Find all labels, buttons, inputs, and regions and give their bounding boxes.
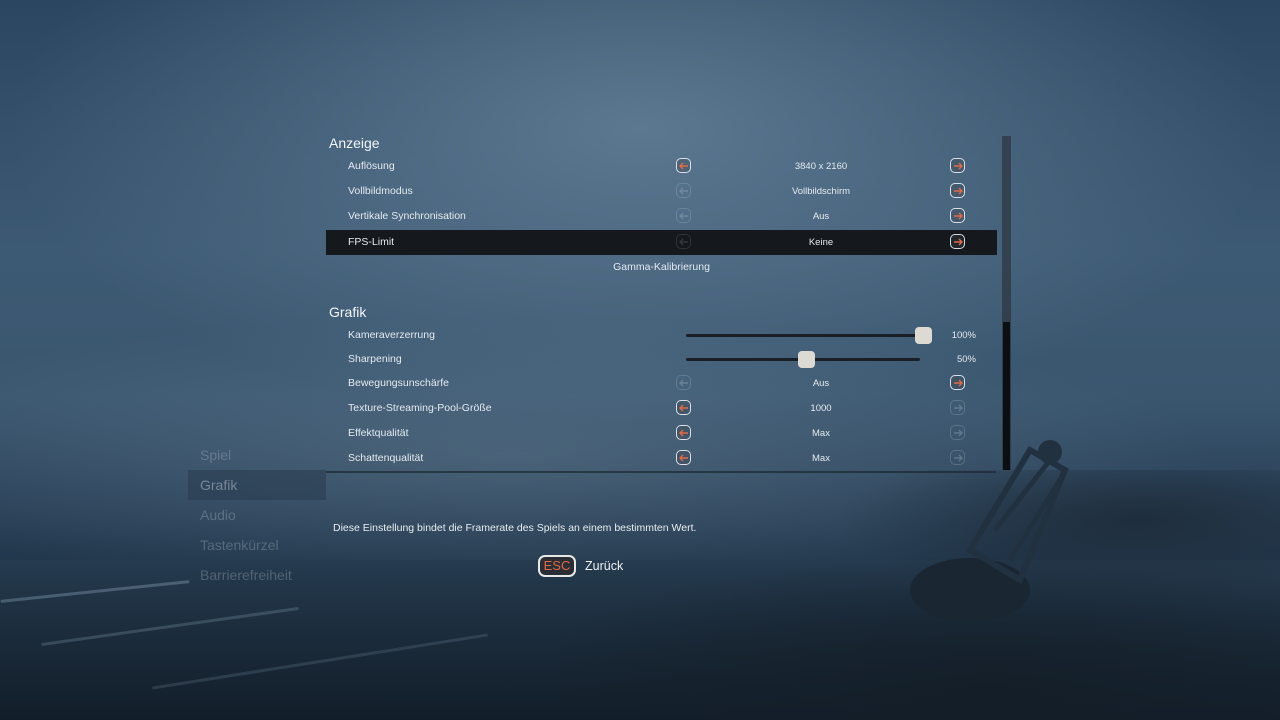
setting-label: Schattenqualität bbox=[348, 452, 424, 464]
slider-value: 100% bbox=[951, 330, 976, 341]
setting-value: 3840 x 2160 bbox=[794, 161, 848, 172]
next-option-button[interactable] bbox=[950, 183, 965, 198]
slider-value: 50% bbox=[956, 354, 976, 365]
setting-row-sharpening[interactable]: Sharpening 50% bbox=[326, 347, 997, 372]
slider-track[interactable] bbox=[686, 334, 920, 337]
nav-item-audio[interactable]: Audio bbox=[188, 500, 326, 530]
setting-label: Vollbildmodus bbox=[348, 185, 413, 197]
slider-handle[interactable] bbox=[798, 351, 815, 368]
setting-value: 1000 bbox=[810, 403, 832, 414]
gamma-calibration-button[interactable]: Gamma-Kalibrierung bbox=[326, 261, 997, 273]
setting-label: Bewegungsunschärfe bbox=[348, 377, 449, 389]
previous-option-button bbox=[676, 234, 691, 249]
nav-item-barrierefreiheit[interactable]: Barrierefreiheit bbox=[188, 560, 326, 590]
panel-divider bbox=[326, 471, 996, 473]
setting-label: Kameraverzerrung bbox=[348, 329, 435, 341]
setting-value: Aus bbox=[812, 211, 830, 222]
arrow-left-icon bbox=[678, 238, 688, 245]
settings-panel: Anzeige Auflösung 3840 x 2160 Vollbildmo… bbox=[326, 128, 1000, 476]
setting-label: Texture-Streaming-Pool-Größe bbox=[348, 402, 492, 414]
arrow-left-icon bbox=[678, 429, 688, 436]
arrow-left-icon bbox=[678, 454, 688, 461]
setting-label: FPS-Limit bbox=[348, 236, 395, 248]
nav-item-grafik[interactable]: Grafik bbox=[188, 470, 326, 500]
previous-option-button[interactable] bbox=[676, 400, 691, 415]
next-option-button[interactable] bbox=[950, 375, 965, 390]
arrow-right-icon bbox=[953, 379, 963, 386]
arrow-left-icon bbox=[678, 212, 688, 219]
setting-row-vsync[interactable]: Vertikale Synchronisation Aus bbox=[326, 204, 997, 229]
arrow-right-icon bbox=[953, 429, 963, 436]
previous-option-button[interactable] bbox=[676, 450, 691, 465]
setting-row-resolution[interactable]: Auflösung 3840 x 2160 bbox=[326, 154, 997, 179]
section-title-grafik: Grafik bbox=[329, 304, 367, 320]
next-option-button bbox=[950, 400, 965, 415]
setting-row-effect-quality[interactable]: Effektqualität Max bbox=[326, 421, 997, 446]
previous-option-button[interactable] bbox=[676, 158, 691, 173]
section-title-anzeige: Anzeige bbox=[329, 135, 380, 151]
setting-row-motion-blur[interactable]: Bewegungsunschärfe Aus bbox=[326, 371, 997, 396]
arrow-left-icon bbox=[678, 187, 688, 194]
setting-label: Auflösung bbox=[348, 160, 395, 172]
setting-row-shadow-quality[interactable]: Schattenqualität Max bbox=[326, 446, 997, 471]
next-option-button bbox=[950, 425, 965, 440]
arrow-left-icon bbox=[678, 162, 688, 169]
nav-item-tastenkuerzel[interactable]: Tastenkürzel bbox=[188, 530, 326, 560]
setting-description: Diese Einstellung bindet die Framerate d… bbox=[333, 522, 697, 534]
back-label: Zurück bbox=[585, 559, 624, 573]
esc-key-icon: ESC bbox=[538, 555, 576, 577]
arrow-right-icon bbox=[953, 212, 963, 219]
arrow-right-icon bbox=[953, 404, 963, 411]
previous-option-button bbox=[676, 375, 691, 390]
arrow-right-icon bbox=[953, 454, 963, 461]
setting-row-fullscreen-mode[interactable]: Vollbildmodus Vollbildschirm bbox=[326, 179, 997, 204]
back-button[interactable]: ESC Zurück bbox=[538, 555, 623, 577]
setting-label: Vertikale Synchronisation bbox=[348, 210, 466, 222]
next-option-button[interactable] bbox=[950, 158, 965, 173]
setting-value: Max bbox=[812, 453, 830, 464]
setting-value: Aus bbox=[812, 378, 830, 389]
arrow-right-icon bbox=[953, 238, 963, 245]
setting-label: Sharpening bbox=[348, 353, 402, 365]
setting-row-texture-streaming-pool[interactable]: Texture-Streaming-Pool-Größe 1000 bbox=[326, 396, 997, 421]
arrow-left-icon bbox=[678, 404, 688, 411]
setting-value: Keine bbox=[808, 237, 834, 248]
previous-option-button bbox=[676, 208, 691, 223]
nav-item-spiel[interactable]: Spiel bbox=[188, 440, 326, 470]
previous-option-button[interactable] bbox=[676, 425, 691, 440]
next-option-button bbox=[950, 450, 965, 465]
scrollbar-thumb[interactable] bbox=[1003, 322, 1010, 470]
setting-value: Max bbox=[812, 428, 830, 439]
next-option-button[interactable] bbox=[950, 234, 965, 249]
setting-label: Effektqualität bbox=[348, 427, 409, 439]
setting-value: Vollbildschirm bbox=[791, 186, 851, 197]
settings-category-nav: Spiel Grafik Audio Tastenkürzel Barriere… bbox=[188, 440, 326, 590]
setting-row-fps-limit[interactable]: FPS-Limit Keine bbox=[326, 230, 997, 255]
setting-row-camera-distortion[interactable]: Kameraverzerrung 100% bbox=[326, 323, 997, 348]
arrow-left-icon bbox=[678, 379, 688, 386]
arrow-right-icon bbox=[953, 187, 963, 194]
arrow-right-icon bbox=[953, 162, 963, 169]
next-option-button[interactable] bbox=[950, 208, 965, 223]
previous-option-button bbox=[676, 183, 691, 198]
